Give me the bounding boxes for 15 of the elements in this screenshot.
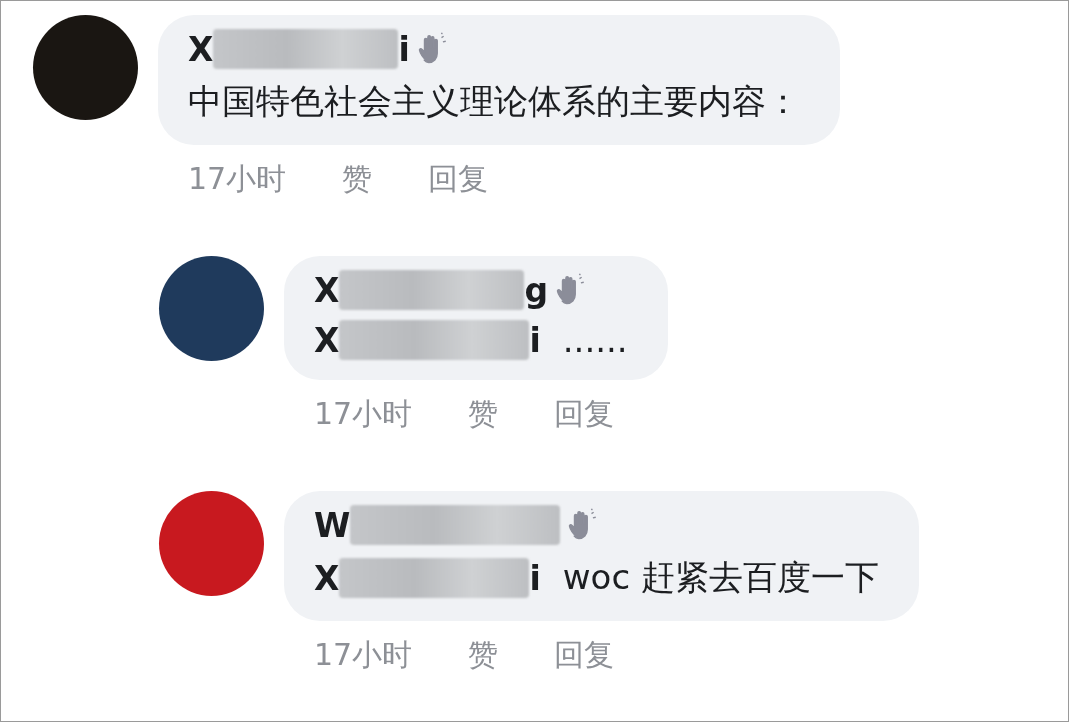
comment-text: woc 赶紧去百度一下: [562, 556, 879, 599]
timestamp: 17小时: [314, 395, 413, 433]
user-name-ending[interactable]: i: [398, 29, 410, 69]
timestamp: 17小时: [188, 160, 287, 198]
mention-ending[interactable]: i: [529, 558, 541, 598]
mention-initial[interactable]: X: [314, 558, 340, 598]
user-name-ending[interactable]: g: [524, 270, 549, 310]
user-name-initial[interactable]: W: [314, 505, 351, 545]
mention-initial[interactable]: X: [314, 320, 340, 360]
comment-text: ......: [562, 320, 628, 360]
timestamp: 17小时: [314, 636, 413, 674]
user-name-initial[interactable]: X: [314, 270, 340, 310]
comment-text: 中国特色社会主义理论体系的主要内容：: [188, 80, 800, 123]
user-name-initial[interactable]: X: [188, 29, 214, 69]
mention-ending[interactable]: i: [529, 320, 541, 360]
